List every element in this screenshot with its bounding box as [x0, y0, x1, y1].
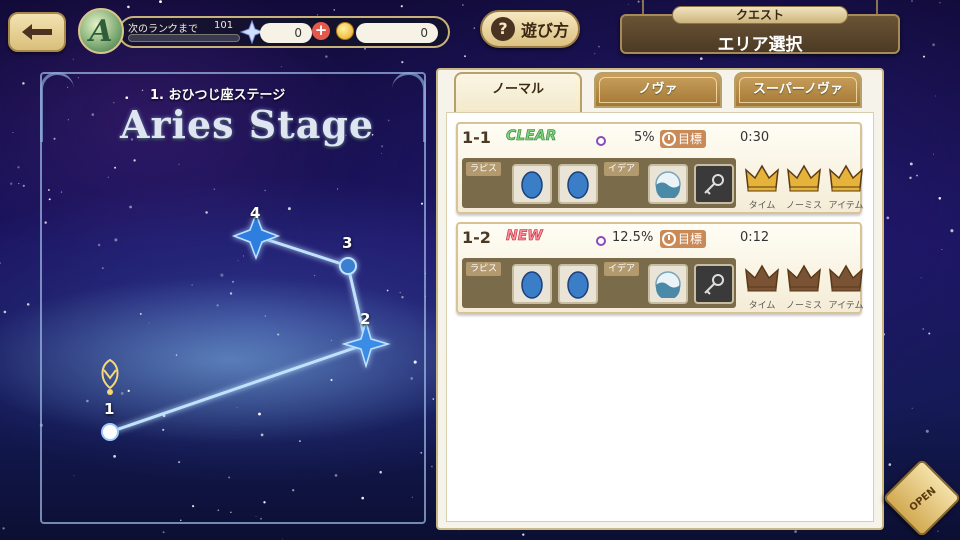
node-label-3: 3	[342, 234, 353, 252]
stage-node-1[interactable]	[101, 423, 119, 441]
lapis-egg-icon	[521, 171, 543, 199]
crown-label-item: アイテム	[828, 201, 864, 211]
node-label-4: 4	[250, 204, 261, 222]
key-item-slot	[694, 164, 734, 204]
key-icon	[704, 174, 724, 195]
tab-super-nova[interactable]: スーパーノヴァ	[734, 72, 862, 108]
progress-dot-icon	[596, 236, 606, 246]
stage-card-1-2[interactable]: 1-2 NEW 12.5% 目標 0:12 ラピス イデア タイム ノーミス ア…	[456, 222, 864, 314]
key-item-slot	[694, 264, 734, 304]
crown-time-icon	[742, 164, 782, 196]
crown-item-icon	[826, 164, 866, 196]
goal-label: 目標	[678, 132, 703, 146]
constellation-line	[109, 342, 367, 434]
clock-icon	[662, 132, 676, 146]
goal-time: 0:30	[740, 130, 770, 145]
crown-time-icon	[742, 264, 782, 296]
lapis-tag: ラピス	[466, 262, 502, 276]
stage-number: 1-1	[462, 128, 491, 147]
clear-badge: CLEAR	[506, 128, 557, 145]
crown-nomiss-icon	[784, 164, 824, 196]
progress-dot-icon	[596, 136, 606, 146]
idea-tag: イデア	[604, 262, 640, 276]
lapis-egg-icon	[521, 271, 543, 299]
key-icon	[704, 274, 724, 295]
lapis-egg-icon	[567, 271, 589, 299]
item-bar: ラピス イデア	[462, 158, 736, 208]
idea-item-slot	[648, 164, 688, 204]
new-badge: NEW	[506, 228, 543, 245]
stage-number: 1-2	[462, 228, 491, 247]
idea-tag: イデア	[604, 162, 640, 176]
item-bar: ラピス イデア	[462, 258, 736, 308]
crown-item-icon	[826, 264, 866, 296]
tab-normal[interactable]: ノーマル	[454, 72, 582, 112]
clock-icon	[662, 232, 676, 246]
lapis-item-slot	[512, 164, 552, 204]
lapis-item-slot	[558, 164, 598, 204]
constellation-line	[255, 234, 349, 268]
lapis-item-slot	[512, 264, 552, 304]
lapis-item-slot	[558, 264, 598, 304]
goal-tag: 目標	[660, 230, 707, 248]
stage-card-1-1[interactable]: 1-1 CLEAR 5% 目標 0:30 ラピス イデア タイム ノーミス アイ…	[456, 122, 864, 214]
idea-item-slot	[648, 264, 688, 304]
node-label-1: 1	[104, 400, 115, 418]
current-position-marker-icon	[101, 358, 119, 395]
wave-orb-icon	[655, 271, 681, 298]
node-label-2: 2	[360, 310, 371, 328]
lapis-egg-icon	[567, 171, 589, 199]
stage-node-2[interactable]	[341, 319, 391, 369]
completion-percent: 5%	[634, 130, 655, 145]
goal-tag: 目標	[660, 130, 707, 148]
wave-orb-icon	[655, 171, 681, 198]
tab-nova[interactable]: ノヴァ	[594, 72, 722, 108]
crown-nomiss-icon	[784, 264, 824, 296]
lapis-tag: ラピス	[466, 162, 502, 176]
stage-node-3[interactable]	[339, 257, 357, 275]
crown-label-item: アイテム	[828, 301, 864, 311]
goal-time: 0:12	[740, 230, 770, 245]
completion-percent: 12.5%	[612, 230, 654, 245]
goal-label: 目標	[678, 232, 703, 246]
